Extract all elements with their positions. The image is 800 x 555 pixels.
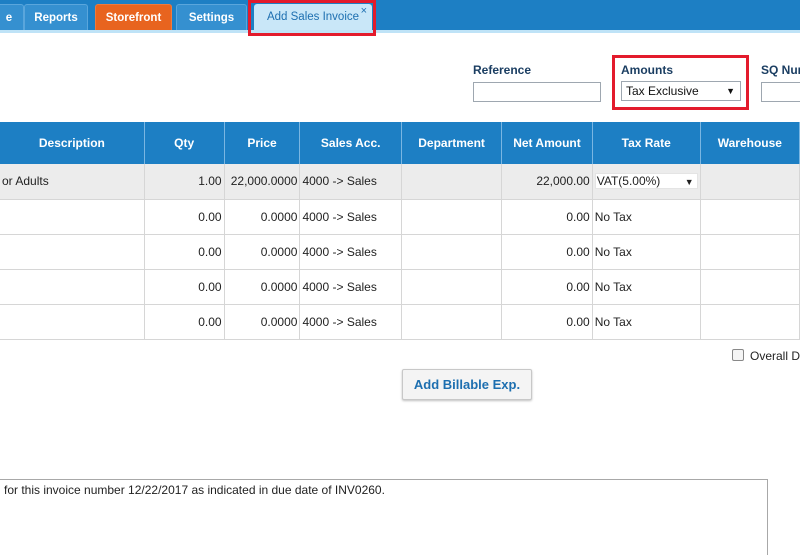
sales-acc-cell[interactable]: 4000 -> Sales (299, 269, 402, 305)
department-cell[interactable] (401, 269, 503, 305)
column-header-sales-acc[interactable]: Sales Acc. (299, 122, 402, 164)
price-cell[interactable]: 0.0000 (224, 304, 301, 340)
tax-rate-cell[interactable]: No Tax (592, 234, 701, 270)
tab-label: Add Sales Invoice (266, 11, 360, 23)
qty-cell[interactable]: 1.00 (144, 164, 225, 200)
tax-rate-select[interactable]: VAT(5.00%) ▼ (594, 173, 698, 190)
net-amount-cell[interactable]: 0.00 (501, 269, 593, 305)
warehouse-cell[interactable] (700, 164, 800, 200)
description-cell[interactable] (0, 234, 145, 270)
column-header-qty[interactable]: Qty (144, 122, 225, 164)
qty-cell[interactable]: 0.00 (144, 304, 225, 340)
line-items-table: Description Qty Price Sales Acc. Departm… (0, 122, 800, 340)
sales-acc-cell[interactable]: 4000 -> Sales (299, 304, 402, 340)
department-cell[interactable] (401, 234, 503, 270)
sq-number-label: SQ Nur (761, 63, 800, 77)
reference-label: Reference (473, 63, 532, 77)
net-amount-cell[interactable]: 0.00 (501, 199, 593, 235)
tax-rate-cell[interactable]: No Tax (592, 269, 701, 305)
tab-label: e (5, 12, 13, 24)
description-cell[interactable] (0, 304, 145, 340)
tax-rate-cell[interactable]: No Tax (592, 304, 701, 340)
department-cell[interactable] (401, 164, 503, 200)
tab-label: Settings (188, 12, 235, 24)
department-cell[interactable] (401, 304, 503, 340)
tab-partial[interactable]: e (0, 4, 24, 30)
warehouse-cell[interactable] (700, 234, 800, 270)
sales-acc-cell[interactable]: 4000 -> Sales (299, 199, 402, 235)
add-billable-expense-button[interactable]: Add Billable Exp. (402, 369, 532, 400)
overall-discount-checkbox[interactable] (732, 349, 744, 361)
tax-rate-cell[interactable]: VAT(5.00%) ▼ (592, 164, 701, 200)
tab-settings[interactable]: Settings (176, 4, 247, 30)
amounts-select[interactable]: Tax Exclusive ▼ (621, 81, 741, 101)
warehouse-cell[interactable] (700, 199, 800, 235)
column-header-tax-rate[interactable]: Tax Rate (592, 122, 701, 164)
overall-discount-label: Overall D (750, 349, 800, 363)
warehouse-cell[interactable] (700, 269, 800, 305)
tab-label: Reports (34, 12, 78, 24)
sales-acc-cell[interactable]: 4000 -> Sales (299, 164, 402, 200)
nav-underline (0, 30, 800, 33)
chevron-down-icon: ▼ (684, 177, 694, 188)
price-cell[interactable]: 22,000.0000 (224, 164, 301, 200)
tax-rate-cell[interactable]: No Tax (592, 199, 701, 235)
column-header-price[interactable]: Price (224, 122, 301, 164)
net-amount-cell[interactable]: 0.00 (501, 304, 593, 340)
sq-number-input[interactable] (761, 82, 800, 102)
table-row: 0.00 0.0000 4000 -> Sales 0.00 No Tax (0, 199, 800, 235)
reference-input[interactable] (473, 82, 601, 102)
amounts-label: Amounts (621, 63, 673, 77)
tab-label: Storefront (105, 12, 162, 24)
tab-add-sales-invoice[interactable]: Add Sales Invoice × (254, 4, 372, 33)
net-amount-cell[interactable]: 0.00 (501, 234, 593, 270)
qty-cell[interactable]: 0.00 (144, 199, 225, 235)
tab-reports[interactable]: Reports (24, 4, 88, 30)
price-cell[interactable]: 0.0000 (224, 199, 301, 235)
close-icon[interactable]: × (361, 6, 367, 17)
price-cell[interactable]: 0.0000 (224, 269, 301, 305)
notes-textarea[interactable]: for this invoice number 12/22/2017 as in… (0, 479, 768, 555)
qty-cell[interactable]: 0.00 (144, 234, 225, 270)
qty-cell[interactable]: 0.00 (144, 269, 225, 305)
chevron-down-icon: ▼ (726, 86, 735, 96)
warehouse-cell[interactable] (700, 304, 800, 340)
table-row: or Adults 1.00 22,000.0000 4000 -> Sales… (0, 164, 800, 200)
column-header-description[interactable]: Description (0, 122, 145, 164)
price-cell[interactable]: 0.0000 (224, 234, 301, 270)
column-header-warehouse[interactable]: Warehouse (700, 122, 800, 164)
tax-rate-value: VAT(5.00%) (596, 174, 661, 189)
amounts-value: Tax Exclusive (626, 84, 699, 98)
column-header-department[interactable]: Department (401, 122, 503, 164)
sales-acc-cell[interactable]: 4000 -> Sales (299, 234, 402, 270)
page: e Reports Storefront Settings Add Sales … (0, 0, 800, 555)
description-cell[interactable] (0, 269, 145, 305)
department-cell[interactable] (401, 199, 503, 235)
column-header-net-amount[interactable]: Net Amount (501, 122, 593, 164)
table-row: 0.00 0.0000 4000 -> Sales 0.00 No Tax (0, 234, 800, 270)
top-nav: e Reports Storefront Settings Add Sales … (0, 0, 800, 33)
description-cell[interactable] (0, 199, 145, 235)
description-cell[interactable]: or Adults (0, 164, 145, 200)
tab-storefront[interactable]: Storefront (95, 4, 172, 30)
net-amount-cell[interactable]: 22,000.00 (501, 164, 593, 200)
notes-text: for this invoice number 12/22/2017 as in… (4, 483, 385, 497)
table-header-row: Description Qty Price Sales Acc. Departm… (0, 122, 800, 164)
table-row: 0.00 0.0000 4000 -> Sales 0.00 No Tax (0, 269, 800, 305)
table-row: 0.00 0.0000 4000 -> Sales 0.00 No Tax (0, 304, 800, 340)
